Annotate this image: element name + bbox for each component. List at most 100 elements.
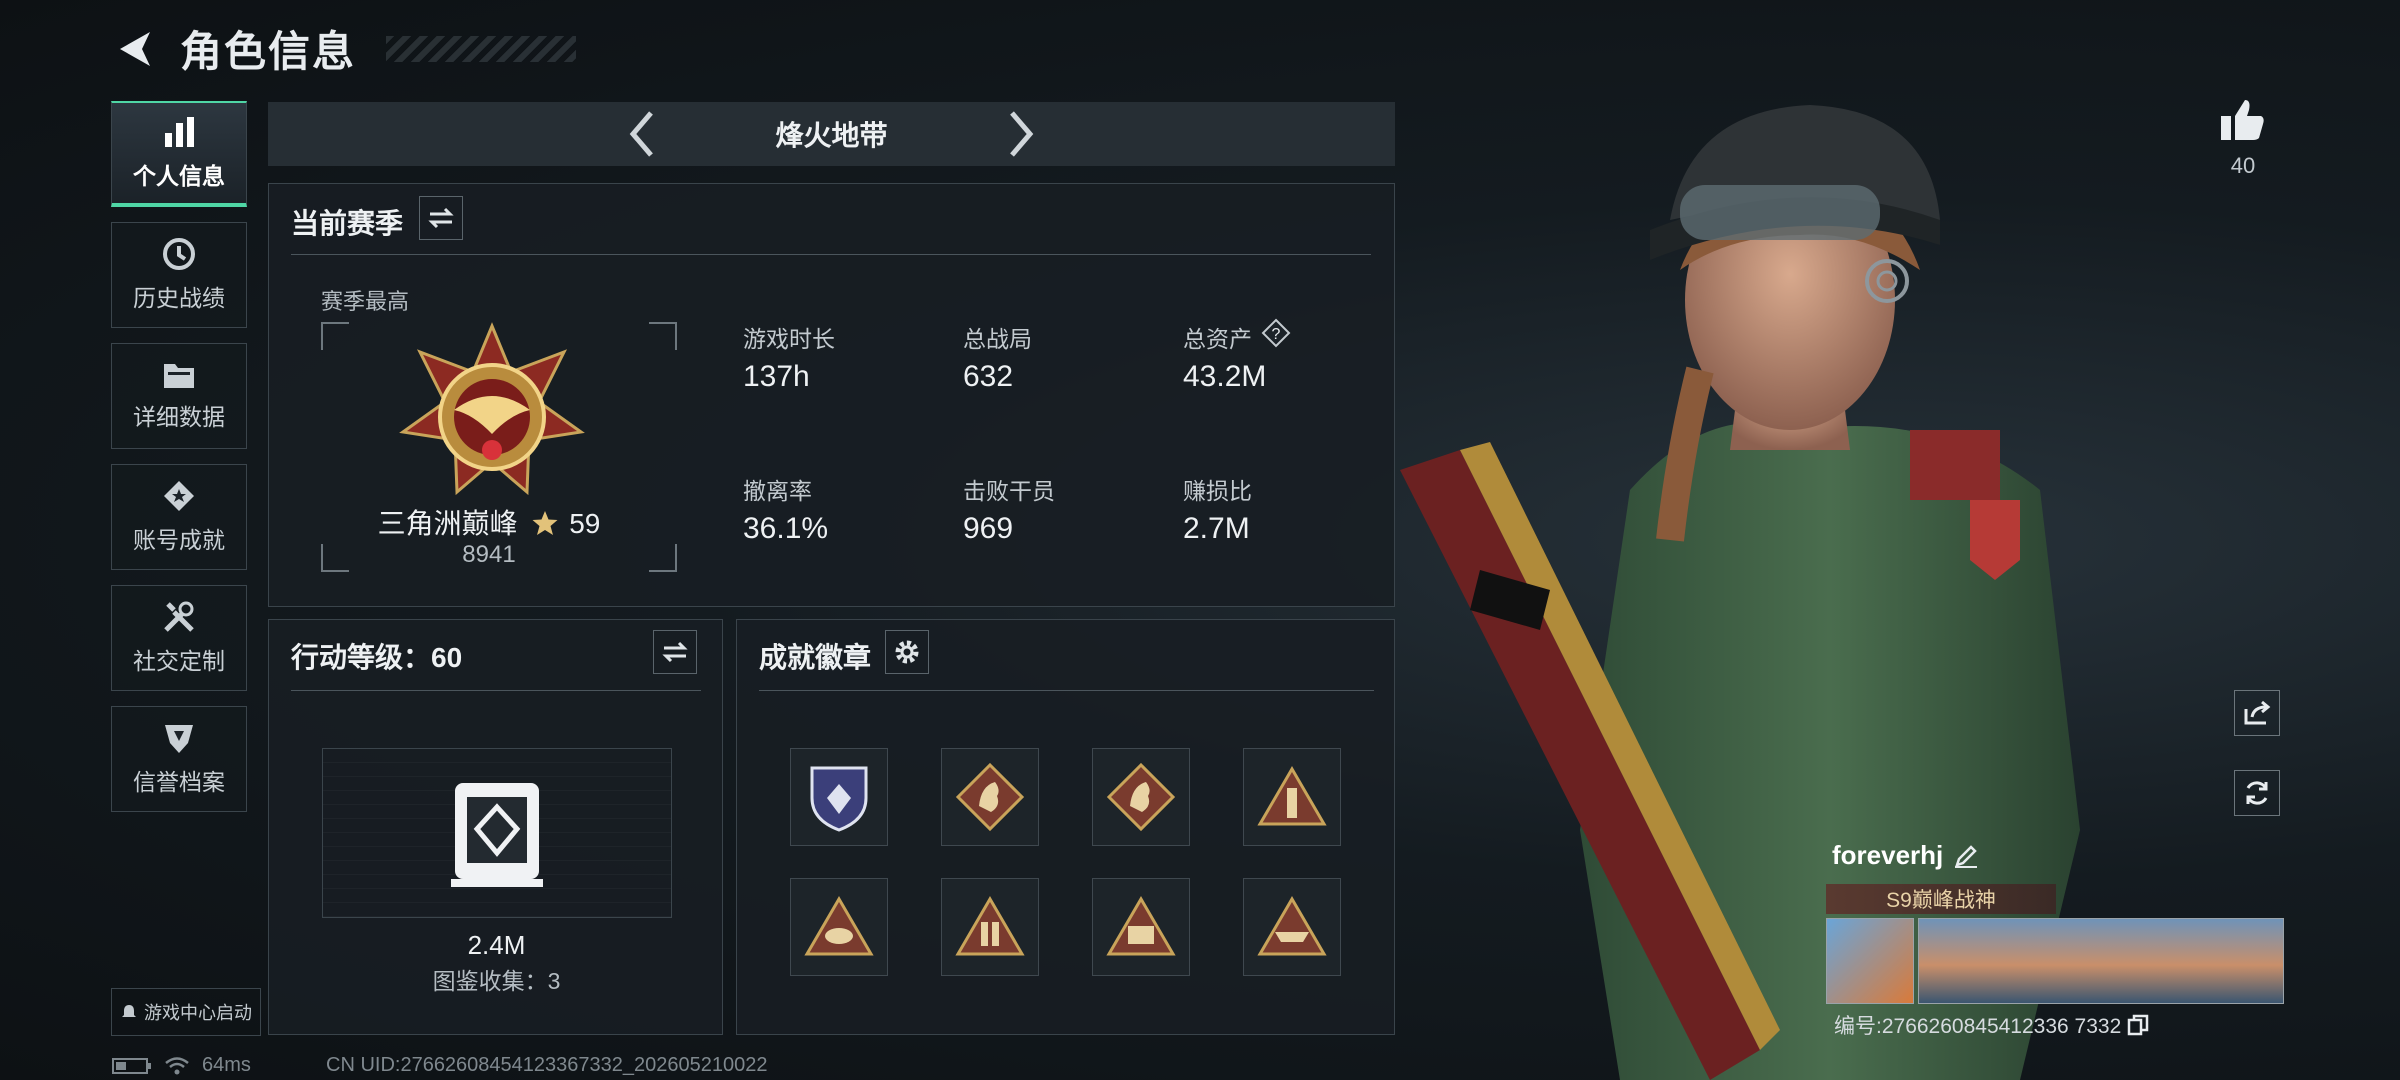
stat-label: 总资产 <box>1183 326 1252 352</box>
edit-icon[interactable] <box>1953 843 1979 869</box>
stat-label: 总战局 <box>963 326 1032 352</box>
achievement-badge[interactable] <box>941 748 1039 846</box>
copy-icon[interactable] <box>2127 1014 2149 1036</box>
achievements-settings-button[interactable] <box>885 630 929 674</box>
page-title: 角色信息 <box>180 28 357 75</box>
sidebar-item-history[interactable]: 历史战绩 <box>111 222 247 328</box>
wifi-icon <box>165 1056 189 1074</box>
collection-display[interactable] <box>322 748 672 918</box>
status-bar: 64ms <box>112 1054 251 1077</box>
rank-line: 三角洲巅峰 59 <box>319 502 659 542</box>
stat-value: 36.1% <box>743 512 829 545</box>
clock-icon <box>163 238 195 270</box>
game-center-label: 游戏中心启动 <box>144 1003 252 1023</box>
s9-badge-icon <box>1257 896 1327 956</box>
sidebar-item-label: 历史战绩 <box>133 285 225 311</box>
chevron-right-icon[interactable] <box>1008 109 1036 159</box>
player-title-text: S9巅峰战神 <box>1886 889 1996 912</box>
uid-text: CN UID:27662608454123367332_202605210022 <box>326 1054 768 1076</box>
tools-icon <box>164 601 194 632</box>
top-bar: 角色信息 <box>110 18 577 79</box>
player-banner[interactable] <box>1918 918 2284 1004</box>
target-icon[interactable] <box>1862 256 1912 306</box>
achievement-badge[interactable] <box>941 878 1039 976</box>
tower-badge-icon <box>1257 766 1327 826</box>
rank-name: 三角洲巅峰 <box>377 508 518 539</box>
chevron-left-icon[interactable] <box>627 109 655 159</box>
refresh-icon <box>2246 781 2268 805</box>
swap-icon <box>428 207 454 229</box>
help-icon[interactable]: ? <box>1261 318 1291 348</box>
soldiers-badge-icon <box>955 896 1025 956</box>
sidebar: 个人信息 历史战绩 详细数据 账号成就 社交定制 信誉档案 <box>111 101 249 827</box>
achievement-badge[interactable] <box>790 748 888 846</box>
divider <box>291 254 1371 255</box>
svg-text:?: ? <box>1272 326 1281 343</box>
rank-stars: 59 <box>569 508 601 539</box>
game-center-launch-button[interactable]: 游戏中心启动 <box>111 988 261 1036</box>
season-title: 当前赛季 <box>291 208 404 239</box>
title-decoration <box>386 35 577 62</box>
stat-label: 撤离率 <box>743 478 812 504</box>
rank-emblem-icon <box>399 322 585 496</box>
sidebar-item-reputation[interactable]: 信誉档案 <box>111 706 247 812</box>
frame-corner <box>649 322 677 350</box>
sidebar-item-achievements[interactable]: 账号成就 <box>111 464 247 570</box>
folder-icon <box>164 364 194 388</box>
divider <box>291 690 701 691</box>
stat-value: 632 <box>963 360 1014 393</box>
bell-icon <box>122 1005 136 1017</box>
collection-count: 图鉴收集：3 <box>432 968 561 994</box>
achievements-title: 成就徽章 <box>759 642 872 673</box>
collection-case-icon <box>451 783 543 887</box>
achievement-badge[interactable] <box>1243 878 1341 976</box>
sidebar-item-label: 详细数据 <box>133 404 225 430</box>
stat-value: 2.7M <box>1183 512 1250 545</box>
sidebar-item-detail-data[interactable]: 详细数据 <box>111 343 247 449</box>
divider <box>759 690 1374 691</box>
medal-icon <box>164 481 194 511</box>
sidebar-item-social-custom[interactable]: 社交定制 <box>111 585 247 691</box>
gear-icon <box>895 640 919 664</box>
season-panel: 当前赛季 赛季最高 三角洲巅峰 59 8941 游戏时长 137h 总战局 63… <box>268 183 1395 607</box>
shield-badge-icon <box>810 766 868 832</box>
sidebar-item-personal-info[interactable]: 个人信息 <box>111 101 247 207</box>
achievement-badge[interactable] <box>790 878 888 976</box>
stat-label: 游戏时长 <box>743 326 835 352</box>
bar-chart-icon <box>165 117 194 147</box>
share-icon <box>2244 700 2271 725</box>
like-button[interactable]: 40 <box>2218 96 2268 179</box>
sidebar-item-label: 信誉档案 <box>133 769 225 795</box>
battery-icon <box>112 1057 151 1074</box>
stat-value: 43.2M <box>1183 360 1267 393</box>
like-count: 40 <box>2230 153 2256 178</box>
sidebar-item-label: 社交定制 <box>133 648 225 674</box>
season-switch-button[interactable] <box>419 196 463 240</box>
player-avatar[interactable] <box>1826 918 1914 1004</box>
sidebar-item-label: 账号成就 <box>133 527 225 553</box>
stat-label: 击败干员 <box>963 478 1055 504</box>
achievements-panel: 成就徽章 <box>736 619 1395 1035</box>
action-level-value: 2.4M <box>467 930 526 960</box>
player-name: foreverhj <box>1832 840 1944 870</box>
rank-score: 8941 <box>462 541 516 568</box>
mode-name: 烽火地带 <box>775 120 888 151</box>
stat-label: 赚损比 <box>1183 478 1252 504</box>
action-level-title: 行动等级：60 <box>291 642 463 673</box>
refresh-button[interactable] <box>2234 770 2280 816</box>
season-best-label: 赛季最高 <box>321 289 410 314</box>
stat-value: 969 <box>963 512 1014 545</box>
back-button[interactable] <box>110 25 158 73</box>
share-button[interactable] <box>2234 690 2280 736</box>
achievement-badge[interactable] <box>1243 748 1341 846</box>
back-arrow-icon <box>120 31 150 66</box>
frame-corner <box>321 322 349 350</box>
stat-value: 137h <box>743 360 810 393</box>
shield-icon <box>165 725 193 753</box>
sidebar-item-label: 个人信息 <box>133 163 225 189</box>
action-level-switch-button[interactable] <box>653 630 697 674</box>
achievement-badge[interactable] <box>1092 878 1190 976</box>
achievement-badge[interactable] <box>1092 748 1190 846</box>
s8-badge-icon <box>1106 896 1176 956</box>
swap-icon <box>662 641 688 663</box>
